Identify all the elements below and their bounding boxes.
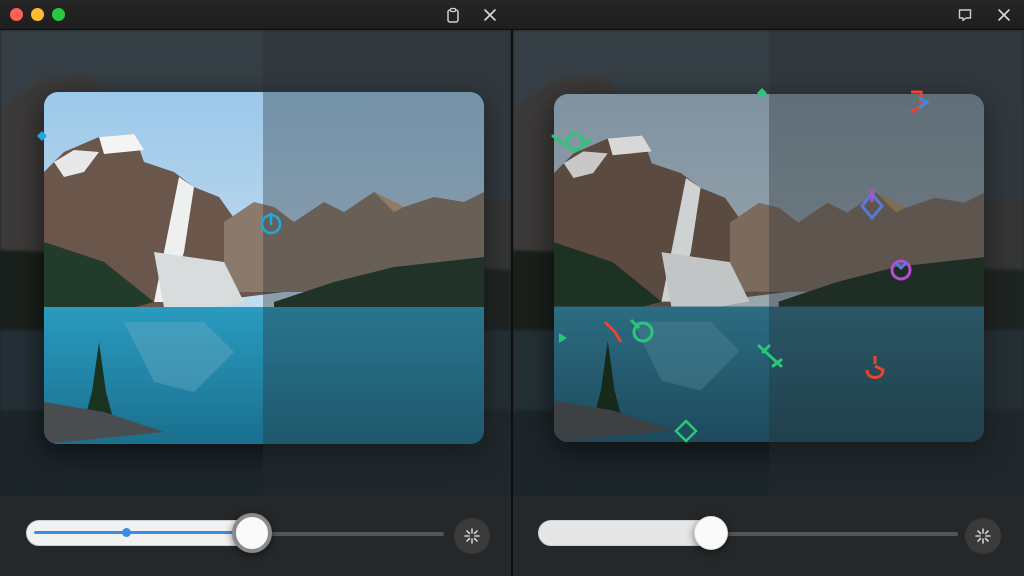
- marker-7[interactable]: [755, 342, 785, 374]
- rotate-handle-icon: [260, 212, 282, 235]
- marker-2[interactable]: [905, 86, 931, 122]
- sparkle-icon: [975, 528, 991, 544]
- marker-3[interactable]: [551, 130, 593, 160]
- close-right-button[interactable]: [995, 6, 1013, 24]
- left-magic-button[interactable]: [454, 518, 490, 554]
- slider-tick: [122, 528, 131, 537]
- clipboard-icon: [447, 7, 459, 23]
- marker-6[interactable]: [601, 316, 657, 350]
- title-bar: [0, 0, 1024, 30]
- marker-9[interactable]: [673, 418, 699, 448]
- drag-handle-icon: [37, 131, 47, 141]
- drag-handle-icon: [559, 333, 567, 343]
- app-window: [0, 0, 1024, 576]
- drag-handle-marker[interactable]: [35, 128, 49, 147]
- drag-handle-icon: [551, 132, 593, 152]
- compare-overlay: [769, 30, 1024, 576]
- right-editor-panel: [513, 30, 1024, 576]
- slider-track: [538, 520, 718, 546]
- marker-4[interactable]: [858, 188, 886, 226]
- drag-handle-icon: [757, 344, 783, 368]
- left-brush-slider[interactable]: [26, 513, 446, 553]
- drag-handle-icon: [757, 88, 767, 98]
- drag-handle-icon: [860, 190, 884, 221]
- marker-1[interactable]: [754, 85, 770, 105]
- compare-overlay: [263, 30, 511, 576]
- slider-rail: [718, 532, 958, 536]
- sparkle-icon: [464, 528, 480, 544]
- comment-icon: [958, 9, 972, 22]
- close-icon: [998, 9, 1010, 21]
- comment-button[interactable]: [956, 6, 974, 24]
- rotate-handle-icon: [890, 259, 912, 281]
- close-left-button[interactable]: [481, 6, 499, 24]
- minimize-window-button[interactable]: [31, 8, 44, 21]
- left-editor-panel: [0, 30, 511, 576]
- close-icon: [484, 9, 496, 21]
- rotate-handle-icon: [910, 90, 930, 114]
- marker-10[interactable]: [557, 330, 569, 349]
- close-window-button[interactable]: [10, 8, 23, 21]
- panel-divider: [511, 30, 513, 576]
- slider-thumb[interactable]: [694, 516, 728, 550]
- right-magic-button[interactable]: [965, 518, 1001, 554]
- zoom-window-button[interactable]: [52, 8, 65, 21]
- drag-handle-icon: [674, 419, 698, 443]
- marker-8[interactable]: [861, 354, 889, 390]
- slider-fill: [34, 531, 234, 534]
- left-controls-bar: [0, 496, 511, 576]
- rotate-handle-icon: [865, 356, 885, 379]
- rotate-handle-marker[interactable]: [258, 210, 284, 240]
- clipboard-button[interactable]: [444, 6, 462, 24]
- marker-5[interactable]: [887, 256, 915, 288]
- right-brush-slider[interactable]: [538, 516, 958, 550]
- rotate-handle-icon: [603, 318, 654, 343]
- slider-rail: [261, 532, 444, 536]
- slider-thumb[interactable]: [232, 513, 272, 553]
- right-controls-bar: [513, 496, 1024, 576]
